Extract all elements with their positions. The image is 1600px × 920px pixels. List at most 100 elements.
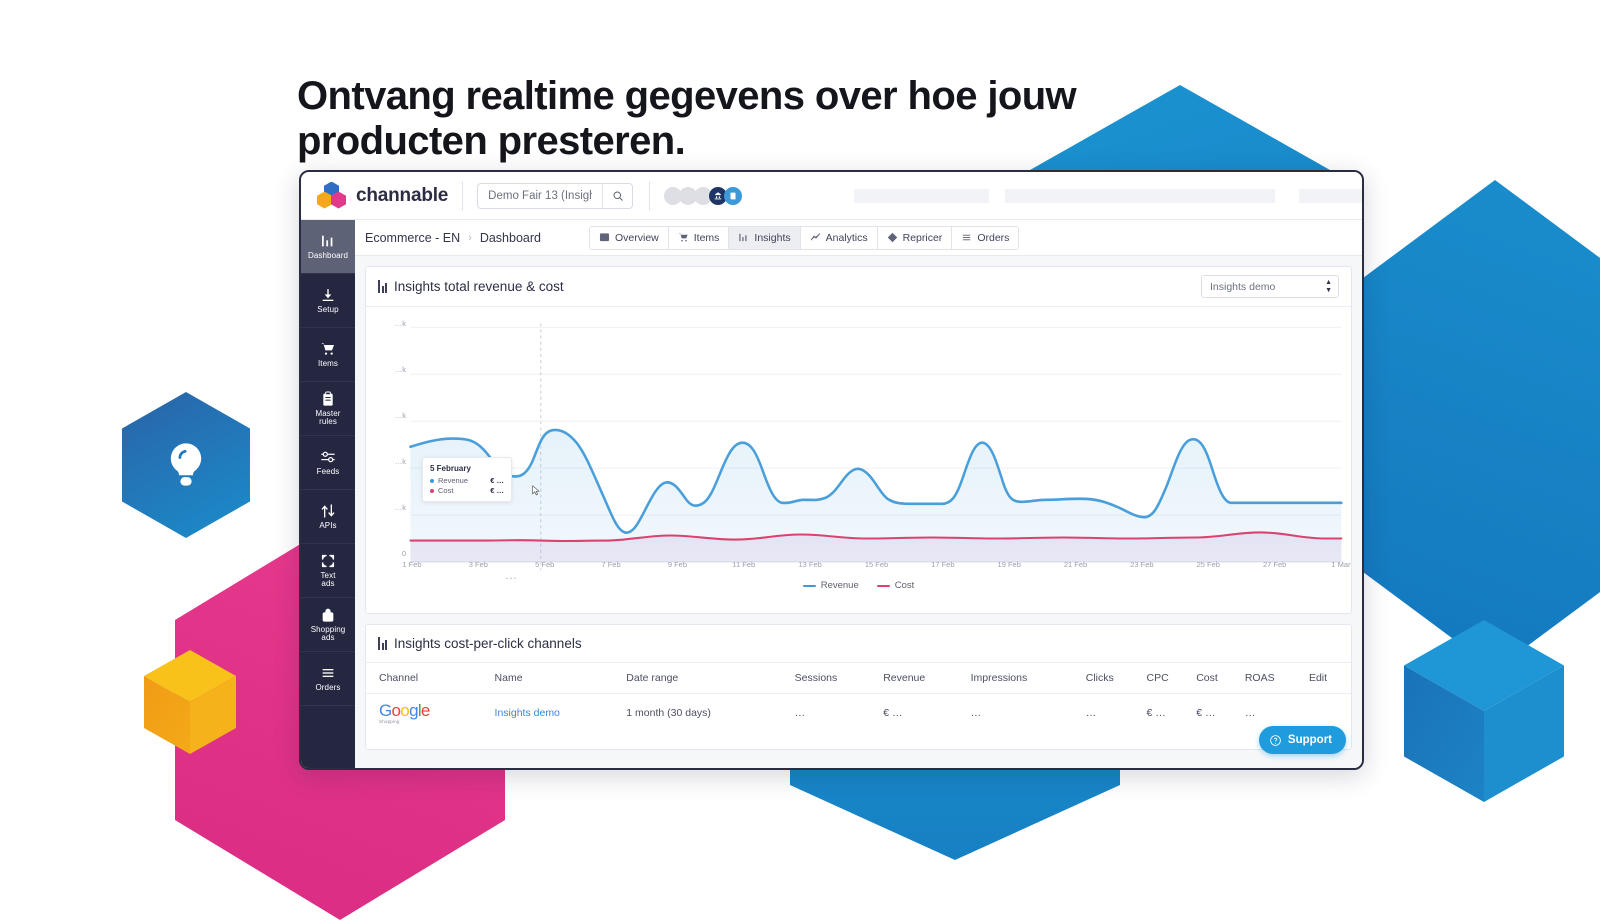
decorative-cube-yellow xyxy=(144,650,236,754)
legend-label: Cost xyxy=(894,580,915,591)
search-icon xyxy=(613,191,623,201)
sidebar: Dashboard Setup Items Master rules Feeds APIs T… xyxy=(301,220,355,768)
decorative-cube-blue xyxy=(1404,620,1564,802)
decorative-hexagon-lightbulb xyxy=(122,392,250,538)
column-header-name[interactable]: Name xyxy=(494,663,627,694)
dataset-select[interactable]: Insights demo ▲ ▼ xyxy=(1201,275,1339,298)
sidebar-item-apis[interactable]: APIs xyxy=(301,490,355,544)
cell-impressions: … xyxy=(970,707,982,720)
table-header-row: Channel Name Date range Sessions Revenue Impr… xyxy=(366,663,1351,694)
tab-orders[interactable]: Orders xyxy=(951,225,1020,250)
bar-chart-icon xyxy=(378,280,387,293)
search-input[interactable] xyxy=(478,183,603,208)
mouse-cursor-icon xyxy=(532,483,540,496)
channel-name-link[interactable]: Insights demo xyxy=(495,707,560,719)
cell-clicks: … xyxy=(1085,707,1097,720)
column-header-roas[interactable]: ROAS xyxy=(1244,663,1309,694)
cell-channel: Google Shopping xyxy=(366,694,495,733)
column-header-revenue[interactable]: Revenue xyxy=(883,663,971,694)
x-tick-label: 1 Feb xyxy=(402,560,422,569)
bar-chart-icon xyxy=(738,232,749,243)
insights-chart-card: Insights total revenue & cost Insights d… xyxy=(365,266,1352,614)
tab-overview[interactable]: Overview xyxy=(588,225,668,250)
column-header-date-range[interactable]: Date range xyxy=(626,663,795,694)
chart-x-axis: 1 Feb 3 Feb 5 Feb 7 Feb 9 Feb 11 Feb 13 Feb 15 … xyxy=(402,560,1350,572)
topbar-divider-2 xyxy=(649,180,651,211)
brand-name: channable xyxy=(356,184,449,206)
cell-revenue: € … xyxy=(883,707,903,720)
channels-table: Channel Name Date range Sessions Revenue Impr… xyxy=(366,663,1351,733)
tooltip-dot-revenue xyxy=(430,478,434,483)
column-header-clicks[interactable]: Clicks xyxy=(1085,663,1147,694)
chart-tooltip: 5 February Revenue € … Cost € … xyxy=(422,457,512,502)
x-tick-label: 19 Feb xyxy=(997,560,1021,569)
sidebar-item-label: Feeds xyxy=(316,466,340,476)
column-header-channel[interactable]: Channel xyxy=(366,663,495,694)
sidebar-item-shopping-ads[interactable]: Shopping ads xyxy=(301,598,355,652)
sidebar-item-text-ads[interactable]: Text ads xyxy=(301,544,355,598)
legend-item-revenue[interactable]: Revenue xyxy=(802,580,859,591)
breadcrumb-current: Dashboard xyxy=(479,230,541,245)
column-header-cost[interactable]: Cost xyxy=(1196,663,1245,694)
chart-card-title: Insights total revenue & cost xyxy=(394,279,564,294)
breadcrumb-root[interactable]: Ecommerce - EN xyxy=(365,231,460,245)
sidebar-item-items[interactable]: Items xyxy=(301,328,355,382)
cell-sessions: … xyxy=(794,707,806,720)
column-header-sessions[interactable]: Sessions xyxy=(794,663,884,694)
cart-icon xyxy=(678,232,689,243)
cell-date-range: 1 month (30 days) xyxy=(626,707,711,720)
tab-label: Items xyxy=(693,231,720,244)
avatar-account[interactable] xyxy=(724,186,743,205)
app-body: Dashboard Setup Items Master rules Feeds APIs T… xyxy=(301,220,1362,768)
x-tick-label: 27 Feb xyxy=(1262,560,1287,569)
breadcrumb: Ecommerce - EN › Dashboard xyxy=(365,231,541,245)
brand: channable xyxy=(317,181,449,210)
tab-label: Insights xyxy=(754,231,791,244)
arrows-up-down-icon xyxy=(320,503,336,519)
book-icon xyxy=(730,192,736,199)
sidebar-item-label: Items xyxy=(317,358,339,368)
chart-plot-area[interactable]: …k …k …k …k …k 0 1 Feb 3 Feb 5 Feb 7 Feb 9 F… xyxy=(366,307,1351,613)
chart-legend: Revenue Cost xyxy=(366,580,1351,591)
chart-card-header: Insights total revenue & cost Insights d… xyxy=(366,267,1351,307)
legend-label: Revenue xyxy=(820,580,859,591)
tooltip-date: 5 February xyxy=(430,464,471,473)
sidebar-item-label: Dashboard xyxy=(307,250,349,260)
tab-analytics[interactable]: Analytics xyxy=(799,225,877,250)
tab-items[interactable]: Items xyxy=(667,225,729,250)
sidebar-item-label: Text ads xyxy=(320,570,336,588)
building-icon xyxy=(714,191,722,199)
x-tick-label: 9 Feb xyxy=(667,560,688,569)
legend-item-cost[interactable]: Cost xyxy=(876,580,915,591)
column-header-cpc[interactable]: CPC xyxy=(1146,663,1197,694)
support-button[interactable]: Support xyxy=(1258,726,1346,754)
line-chart-icon xyxy=(810,232,821,243)
tab-repricer[interactable]: Repricer xyxy=(876,225,952,250)
column-header-impressions[interactable]: Impressions xyxy=(970,663,1086,694)
clipboard-icon xyxy=(320,391,336,407)
table-row[interactable]: Google Shopping Insights demo 1 month (30 d… xyxy=(366,694,1351,733)
sidebar-item-setup[interactable]: Setup xyxy=(301,274,355,328)
sidebar-item-dashboard[interactable]: Dashboard xyxy=(301,220,355,274)
page-headline: Ontvang realtime gegevens over hoe jouw … xyxy=(297,73,1077,164)
tooltip-row-revenue: Revenue € … xyxy=(430,476,504,485)
breadcrumb-separator-icon: › xyxy=(468,231,472,244)
y-tick-3: …k xyxy=(394,457,406,466)
tab-insights[interactable]: Insights xyxy=(728,225,800,250)
question-circle-icon xyxy=(1270,734,1281,746)
list-icon xyxy=(320,665,336,681)
sidebar-item-master-rules[interactable]: Master rules xyxy=(301,382,355,436)
sidebar-item-orders[interactable]: Orders xyxy=(301,652,355,706)
x-tick-label: 1 Mar xyxy=(1331,560,1351,569)
cell-cost: € … xyxy=(1196,707,1216,720)
x-tick-label: 21 Feb xyxy=(1063,560,1088,569)
support-button-label: Support xyxy=(1287,734,1332,746)
table-head: Channel Name Date range Sessions Revenue Impr… xyxy=(366,663,1351,694)
tooltip-row-cost: Cost € … xyxy=(430,486,504,495)
y-tick-1: …k xyxy=(394,365,406,374)
y-tick-5: 0 xyxy=(401,549,406,558)
lightbulb-icon xyxy=(170,443,202,486)
search-button[interactable] xyxy=(602,183,633,208)
column-header-edit[interactable]: Edit xyxy=(1308,663,1351,694)
sidebar-item-feeds[interactable]: Feeds xyxy=(301,436,355,490)
